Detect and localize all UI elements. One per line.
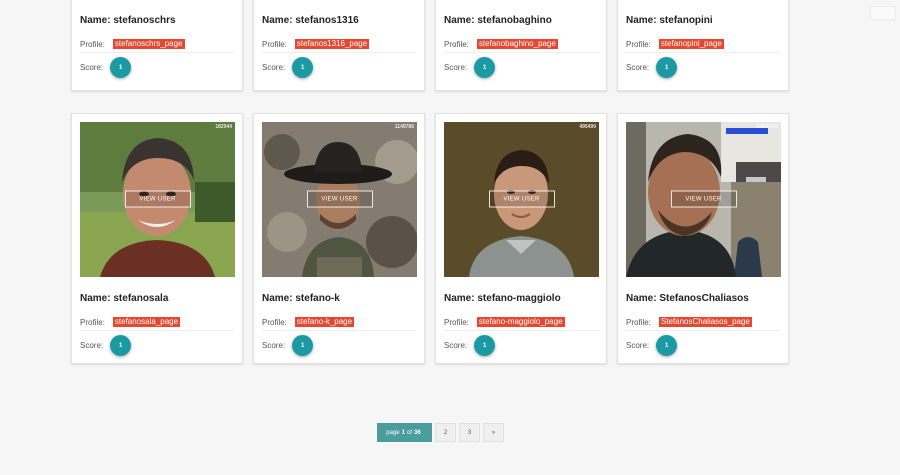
score-row: Score: 1 xyxy=(262,335,416,356)
photo-id: 12806420 xyxy=(755,124,778,130)
profile-link[interactable]: stefano-maggiolo_page xyxy=(476,317,565,327)
score-row: Score: 1 xyxy=(626,57,780,78)
view-user-button[interactable]: VIEW USER xyxy=(124,190,191,208)
user-card: 1149786 VIEW USER Name: stefano-k Profil… xyxy=(253,113,425,364)
user-photo[interactable] xyxy=(626,0,780,5)
user-name: Name: StefanosChaliasos xyxy=(626,293,749,304)
profile-row: Profile: stefanosala_page xyxy=(80,317,234,331)
user-name: Name: stefanosala xyxy=(80,293,169,304)
profile-link[interactable]: stefanosala_page xyxy=(112,317,181,327)
score-row: Score: 1 xyxy=(626,335,780,356)
next-page-button[interactable]: » xyxy=(483,423,504,442)
page-button-2[interactable]: 2 xyxy=(435,423,456,442)
profile-row: Profile: StefanosChaliasos_page xyxy=(626,317,780,331)
user-card: 182944 VIEW USER Name: stefanosala Profi… xyxy=(71,113,243,364)
profile-row: Profile: stefanos1316_page xyxy=(262,39,416,53)
user-name: Name: stefano-maggiolo xyxy=(444,293,561,304)
user-name: Name: stefanobaghino xyxy=(444,15,552,26)
photo-id: 495490 xyxy=(579,124,596,130)
user-cards-row-top: Name: stefanoschrs Profile: stefanoschrs_… xyxy=(71,0,789,91)
view-user-button[interactable]: VIEW USER xyxy=(670,190,737,208)
page-current: page 1 of 36 xyxy=(377,423,432,442)
score-row: Score: 1 xyxy=(80,335,234,356)
page-button-3[interactable]: 3 xyxy=(459,423,480,442)
user-name: Name: stefanos1316 xyxy=(262,15,359,26)
user-card: 495490 VIEW USER Name: stefano-maggiolo … xyxy=(435,113,607,364)
user-card: Name: stefanoschrs Profile: stefanoschrs_… xyxy=(71,0,243,91)
profile-link[interactable]: stefanos1316_page xyxy=(294,39,370,49)
profile-link[interactable]: stefanoschrs_page xyxy=(112,39,185,49)
profile-row: Profile: stefano-k_page xyxy=(262,317,416,331)
score-badge: 1 xyxy=(474,57,496,78)
score-badge: 1 xyxy=(292,335,314,356)
photo-id: 182944 xyxy=(215,124,232,130)
profile-row: Profile: stefanopini_page xyxy=(626,39,780,53)
top-right-box xyxy=(870,6,896,20)
user-photo[interactable] xyxy=(444,0,598,5)
profile-link[interactable]: stefanobaghino_page xyxy=(476,39,558,49)
profile-row: Profile: stefanobaghino_page xyxy=(444,39,598,53)
user-card: 12806420 VIEW USER Name: StefanosChalias… xyxy=(617,113,789,364)
photo-id: 1149786 xyxy=(394,124,414,130)
score-badge: 1 xyxy=(656,335,678,356)
score-badge: 1 xyxy=(110,335,132,356)
score-row: Score: 1 xyxy=(444,57,598,78)
view-user-button[interactable]: VIEW USER xyxy=(488,190,555,208)
profile-link[interactable]: stefano-k_page xyxy=(294,317,355,327)
user-photo[interactable]: 12806420 VIEW USER xyxy=(626,122,781,277)
user-card: Name: stefanobaghino Profile: stefanobagh… xyxy=(435,0,607,91)
score-row: Score: 1 xyxy=(262,57,416,78)
score-badge: 1 xyxy=(474,335,496,356)
user-photo[interactable]: 495490 VIEW USER xyxy=(444,122,599,277)
profile-link[interactable]: StefanosChaliasos_page xyxy=(658,317,752,327)
user-photo[interactable]: 182944 VIEW USER xyxy=(80,122,235,277)
score-badge: 1 xyxy=(110,57,132,78)
user-photo[interactable] xyxy=(80,0,234,5)
user-cards-row-bottom: 182944 VIEW USER Name: stefanosala Profi… xyxy=(71,113,789,364)
user-name: Name: stefano-k xyxy=(262,293,340,304)
user-photo[interactable]: 1149786 VIEW USER xyxy=(262,122,417,277)
score-badge: 1 xyxy=(292,57,314,78)
score-badge: 1 xyxy=(656,57,678,78)
profile-row: Profile: stefanoschrs_page xyxy=(80,39,234,53)
user-name: Name: stefanopini xyxy=(626,15,713,26)
profile-link[interactable]: stefanopini_page xyxy=(658,39,724,49)
view-user-button[interactable]: VIEW USER xyxy=(306,190,373,208)
score-row: Score: 1 xyxy=(80,57,234,78)
user-name: Name: stefanoschrs xyxy=(80,15,176,26)
score-row: Score: 1 xyxy=(444,335,598,356)
profile-row: Profile: stefano-maggiolo_page xyxy=(444,317,598,331)
user-photo[interactable] xyxy=(262,0,416,5)
user-card: Name: stefanos1316 Profile: stefanos1316_… xyxy=(253,0,425,91)
user-card: Name: stefanopini Profile: stefanopini_pa… xyxy=(617,0,789,91)
pagination: page 1 of 36 2 3 » xyxy=(377,423,504,442)
